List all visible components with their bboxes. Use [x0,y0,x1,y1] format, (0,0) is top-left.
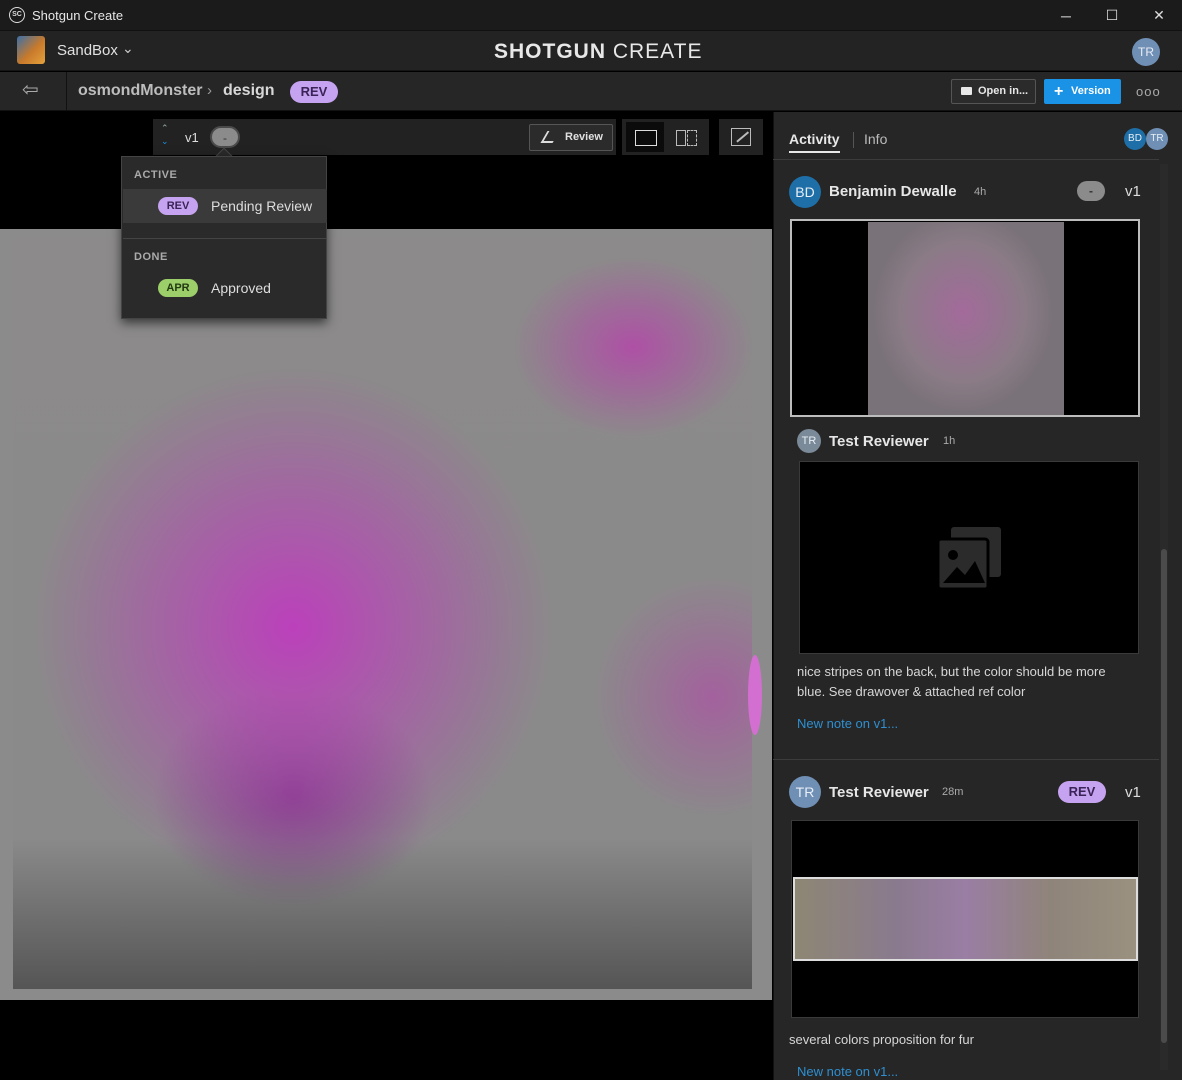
divider [123,238,327,239]
user-avatar[interactable]: TR [1132,38,1160,66]
note-link[interactable]: New note on v1... [797,716,898,731]
folder-icon [961,87,972,95]
image-placeholder-icon [937,527,1001,589]
back-arrow-icon[interactable]: ⇦ [22,80,48,102]
version-label: v1 [1125,183,1141,200]
thumbnail-image [793,877,1138,961]
window-titlebar: SC Shotgun Create ─ ☐ ✕ [0,0,1182,31]
note-text: several colors proposition for fur [789,1032,974,1047]
active-tab-indicator [789,151,840,153]
pencil-icon [540,131,560,143]
review-button[interactable]: Review [529,124,613,151]
breadcrumb-entity[interactable]: osmondMonster [78,82,202,100]
divider [773,759,1159,760]
status-option-label: Approved [211,280,271,296]
open-in-button[interactable]: Open in... [951,79,1036,104]
chevron-down-icon[interactable]: ⌄ [161,135,169,148]
compare-view-icon[interactable] [672,122,700,152]
project-selector[interactable]: SandBox [57,42,118,59]
participant-avatar[interactable]: BD [1124,128,1146,150]
app-logo-icon: SC [9,7,25,23]
tab-info[interactable]: Info [864,131,887,147]
single-view-icon[interactable] [626,122,664,152]
plus-icon: + [1054,83,1064,100]
author-avatar: TR [797,429,821,453]
expand-icon[interactable] [731,128,751,146]
timestamp: 28m [942,786,964,798]
divider [853,132,854,148]
note-text: nice stripes on the back, but the color … [797,664,1106,699]
more-options-icon[interactable]: ooo [1136,84,1161,99]
status-option-pending-review[interactable]: REV Pending Review [123,189,327,223]
minimize-button[interactable]: ─ [1043,0,1089,31]
section-label-done: DONE [134,251,168,263]
author-avatar: TR [789,776,821,808]
status-toggle[interactable]: - [210,126,240,148]
tab-activity[interactable]: Activity [789,131,840,147]
chevron-down-icon[interactable]: ⌄ [122,40,134,57]
version-thumbnail[interactable] [790,219,1140,417]
maximize-button[interactable]: ☐ [1089,0,1135,31]
note-link[interactable]: New note on v1... [797,1064,898,1078]
version-stepper[interactable]: ⌃ ⌄ [161,122,169,148]
timestamp: 1h [943,435,956,447]
version-thumbnail[interactable] [791,820,1139,1018]
media-image[interactable] [13,237,752,989]
breadcrumb-task[interactable]: design [223,82,275,100]
section-label-active: ACTIVE [134,169,178,181]
status-option-approved[interactable]: APR Approved [123,271,327,305]
author-name: Benjamin Dewalle [829,183,957,200]
new-version-button[interactable]: + Version [1044,79,1121,104]
chevron-up-icon[interactable]: ⌃ [161,122,169,135]
participant-avatar[interactable]: TR [1146,128,1168,150]
close-button[interactable]: ✕ [1136,0,1182,31]
media-edge [748,655,762,735]
status-pill: REV [158,197,198,215]
scrollbar-thumb[interactable] [1161,549,1167,1043]
window-title: Shotgun Create [32,7,124,23]
status-badge: - [1077,181,1105,201]
project-thumbnail[interactable] [17,36,45,64]
status-badge[interactable]: REV [290,81,338,103]
divider [773,159,1159,160]
status-option-label: Pending Review [211,198,313,214]
author-name: Test Reviewer [829,433,929,450]
thumbnail-image [868,222,1064,415]
brand-logo: SHOTGUN CREATE [494,40,703,63]
status-pill: APR [158,279,198,297]
timestamp: 4h [974,186,987,198]
version-label: v1 [1125,784,1141,801]
status-dropdown: ACTIVE REV Pending Review DONE APR Appro… [121,156,327,319]
author-name: Test Reviewer [829,784,929,801]
status-badge: REV [1058,781,1106,803]
app-header: SandBox ⌄ SHOTGUN CREATE TR [0,31,1182,71]
author-avatar: BD [789,176,821,208]
version-label: v1 [185,130,199,145]
breadcrumb-separator: › [207,82,212,99]
divider [66,72,67,111]
